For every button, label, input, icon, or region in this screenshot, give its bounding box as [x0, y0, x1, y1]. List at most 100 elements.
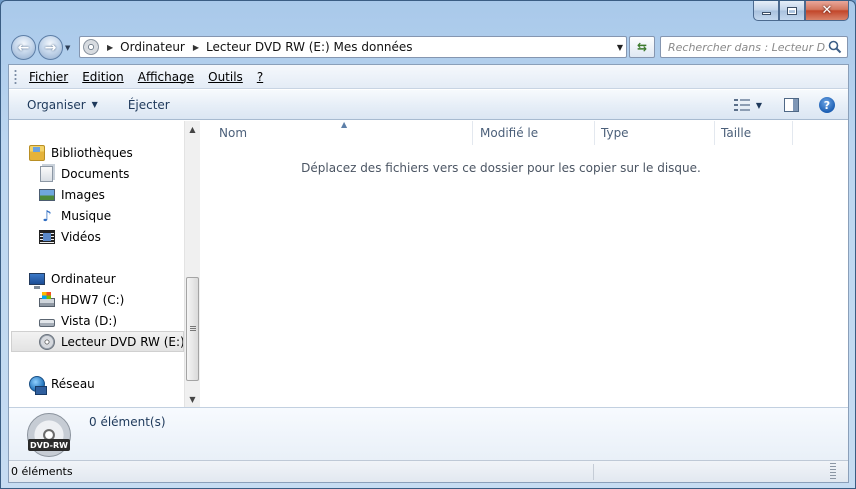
dvd-drive-icon	[39, 333, 55, 350]
scrollbar-thumb[interactable]	[186, 277, 199, 381]
preview-pane-icon[interactable]	[784, 98, 799, 112]
nav-item-documents[interactable]: Documents	[39, 163, 129, 184]
command-bar-right: ▼ ?	[733, 90, 848, 120]
nav-item-label: Vidéos	[61, 229, 101, 244]
nav-item-network[interactable]: Réseau	[29, 373, 95, 395]
close-button[interactable]: ✕	[805, 1, 849, 21]
nav-item-label: Réseau	[51, 376, 95, 391]
column-label: Taille	[721, 126, 752, 140]
menu-help[interactable]: ?	[257, 70, 263, 84]
images-icon	[39, 188, 55, 201]
breadcrumb-computer[interactable]: Ordinateur	[120, 40, 185, 54]
dvd-drive-icon	[83, 39, 99, 55]
nav-item-label: Documents	[61, 166, 130, 181]
column-header-size[interactable]: Taille	[715, 121, 793, 145]
status-divider	[593, 464, 594, 480]
menu-file[interactable]: Fichier	[29, 70, 68, 84]
address-history-dropdown[interactable]: ▼	[617, 43, 623, 52]
nav-item-images[interactable]: Images	[39, 184, 105, 205]
libraries-icon	[29, 144, 45, 161]
nav-item-label: Images	[61, 187, 105, 202]
dvd-rw-label: DVD-RW	[28, 439, 70, 451]
column-label: Modifié le	[480, 126, 539, 140]
nav-item-label: Musique	[61, 208, 112, 223]
status-item-count: 0 éléments	[11, 465, 73, 478]
command-bar: Organiser ▼ Éjecter ▼ ?	[9, 90, 848, 120]
empty-folder-message: Déplacez des fichiers vers ce dossier po…	[301, 161, 701, 175]
item-count: 0 élément(s)	[89, 415, 166, 429]
explorer-window: ✕ ← → ▼ ▶ Ordinateur ▶ Lecteur DVD RW (E…	[0, 0, 856, 489]
film-strip-icon	[39, 229, 55, 244]
column-label: Type	[601, 126, 629, 140]
scroll-up-icon[interactable]: ▲	[185, 121, 200, 137]
minimize-button[interactable]	[753, 1, 779, 21]
recent-pages-dropdown[interactable]: ▼	[65, 44, 70, 52]
column-header-type[interactable]: Type	[595, 121, 715, 145]
network-icon	[29, 375, 47, 395]
resize-grip-icon[interactable]	[830, 463, 836, 481]
back-arrow-icon: ←	[17, 39, 30, 56]
status-bar: 0 éléments	[9, 460, 848, 482]
details-pane: DVD-RW 0 élément(s)	[9, 407, 848, 460]
eject-label: Éjecter	[127, 97, 170, 112]
nav-item-drive-c[interactable]: HDW7 (C:)	[39, 289, 124, 310]
close-icon: ✕	[821, 3, 833, 18]
help-icon[interactable]: ?	[819, 97, 835, 113]
forward-arrow-icon: →	[44, 39, 57, 56]
search-icon[interactable]	[828, 40, 842, 54]
menu-bar: Fichier Edition Affichage Outils ?	[9, 65, 848, 89]
change-view-icon[interactable]	[733, 99, 750, 111]
view-options-dropdown[interactable]: ▼	[756, 101, 762, 110]
caption-buttons: ✕	[753, 1, 849, 21]
client-area: Fichier Edition Affichage Outils ? Organ…	[8, 64, 849, 483]
menu-grip	[14, 69, 17, 85]
maximize-button[interactable]	[779, 1, 805, 21]
nav-item-drive-d[interactable]: Vista (D:)	[39, 310, 117, 331]
chevron-right-icon[interactable]: ▶	[107, 43, 113, 52]
eject-button[interactable]: Éjecter	[128, 98, 170, 112]
scroll-down-icon[interactable]: ▼	[185, 391, 200, 407]
nav-item-dvd-drive[interactable]: Lecteur DVD RW (E:) Mes données	[11, 331, 184, 352]
maximize-icon	[787, 6, 797, 15]
nav-item-videos[interactable]: Vidéos	[39, 226, 101, 247]
column-header-name[interactable]: ▲ Nom	[201, 120, 473, 145]
nav-item-label: Vista (D:)	[61, 313, 118, 328]
nav-item-label: Lecteur DVD RW (E:) Mes données	[61, 334, 184, 349]
minimize-icon	[761, 12, 771, 15]
organize-label: Organiser	[27, 97, 86, 112]
breadcrumb-dvd-drive[interactable]: Lecteur DVD RW (E:) Mes données	[206, 40, 413, 54]
nav-item-label: Bibliothèques	[51, 145, 133, 160]
music-note-icon: ♪	[42, 206, 52, 225]
refresh-button[interactable]: ⇆	[629, 36, 655, 58]
hard-drive-icon	[39, 318, 55, 327]
sort-ascending-icon: ▲	[341, 120, 348, 129]
address-bar[interactable]: ▶ Ordinateur ▶ Lecteur DVD RW (E:) Mes d…	[79, 36, 627, 58]
chevron-right-icon[interactable]: ▶	[193, 43, 199, 52]
refresh-icon: ⇆	[636, 40, 648, 54]
search-placeholder: Rechercher dans : Lecteur D...	[668, 40, 828, 54]
menu-tools[interactable]: Outils	[208, 70, 243, 84]
nav-item-computer[interactable]: Ordinateur	[29, 268, 116, 289]
nav-item-music[interactable]: ♪ Musique	[39, 205, 111, 226]
computer-icon	[29, 272, 45, 289]
menu-view[interactable]: Affichage	[138, 70, 194, 84]
column-headers: ▲ Nom Modifié le Type Taille	[201, 120, 848, 145]
system-drive-icon	[39, 291, 55, 307]
file-list-pane[interactable]: ▲ Nom Modifié le Type Taille Déplacez de…	[201, 120, 848, 407]
navigation-row: ← → ▼ ▶ Ordinateur ▶ Lecteur DVD RW (E:)…	[1, 31, 856, 63]
nav-scrollbar[interactable]: ▲ ▼	[184, 121, 200, 407]
nav-item-label: Ordinateur	[51, 271, 116, 286]
column-label: Nom	[219, 126, 248, 140]
organize-button[interactable]: Organiser ▼	[27, 98, 98, 112]
grip-icon	[189, 326, 196, 332]
menu-edit[interactable]: Edition	[82, 70, 124, 84]
nav-item-label: HDW7 (C:)	[61, 292, 125, 307]
back-button[interactable]: ←	[11, 35, 36, 60]
chevron-down-icon: ▼	[91, 100, 98, 109]
forward-button[interactable]: →	[38, 35, 63, 60]
search-input[interactable]: Rechercher dans : Lecteur D...	[660, 36, 848, 58]
nav-item-libraries[interactable]: Bibliothèques	[29, 142, 133, 163]
documents-icon	[40, 165, 53, 182]
column-header-modified[interactable]: Modifié le	[473, 121, 595, 145]
navigation-pane: Bibliothèques Documents Images ♪ Musique…	[9, 121, 200, 407]
